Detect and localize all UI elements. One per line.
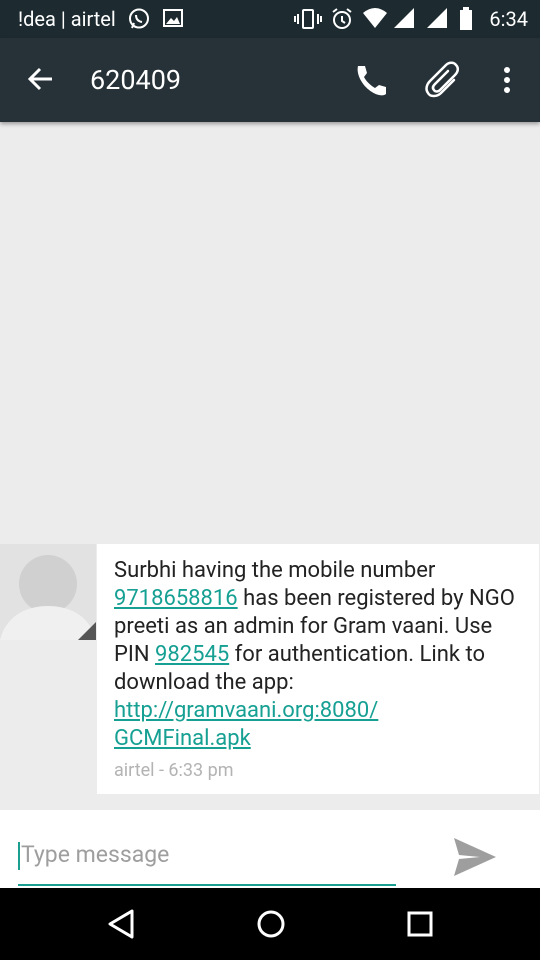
navigation-bar — [0, 888, 540, 960]
pin-link[interactable]: 982545 — [155, 642, 229, 667]
compose-bar: Type message — [0, 810, 540, 888]
signal-icon — [426, 7, 448, 33]
image-icon — [162, 7, 184, 33]
clock: 6:34 — [489, 7, 528, 31]
message-body: Surbhi having the mobile number 97186588… — [114, 557, 515, 753]
home-circle-icon[interactable] — [255, 908, 287, 944]
avatar[interactable] — [0, 544, 96, 640]
alarm-icon — [330, 7, 354, 35]
message-meta: airtel - 6:33 pm — [114, 760, 234, 781]
more-vert-icon[interactable] — [496, 60, 518, 104]
text-cursor — [18, 842, 20, 870]
message-input[interactable]: Type message — [18, 836, 396, 886]
back-triangle-icon[interactable] — [106, 908, 136, 944]
attachment-icon[interactable] — [424, 60, 464, 104]
send-icon[interactable] — [450, 834, 498, 884]
message-input-placeholder: Type message — [21, 841, 170, 868]
phone-icon[interactable] — [352, 60, 392, 104]
conversation-title: 620409 — [90, 64, 182, 96]
back-arrow-icon[interactable] — [27, 67, 54, 95]
message-bubble[interactable]: Surbhi having the mobile number 97186588… — [97, 544, 539, 794]
message-text: Surbhi having the mobile number — [114, 558, 436, 583]
recents-square-icon[interactable] — [405, 908, 435, 944]
wifi-icon — [362, 7, 388, 33]
status-bar: !dea | airtel 6:34 — [0, 0, 540, 38]
battery-icon — [459, 7, 473, 35]
whatsapp-icon — [127, 7, 151, 35]
vibrate-icon — [294, 7, 322, 35]
app-toolbar: 620409 — [0, 38, 540, 122]
download-url-link[interactable]: http://gramvaani.org:8080/ GCMFinal.apk — [114, 698, 378, 751]
signal-icon — [393, 7, 415, 33]
carrier-label: !dea | airtel — [18, 7, 116, 31]
phone-number-link[interactable]: 9718658816 — [114, 586, 238, 611]
